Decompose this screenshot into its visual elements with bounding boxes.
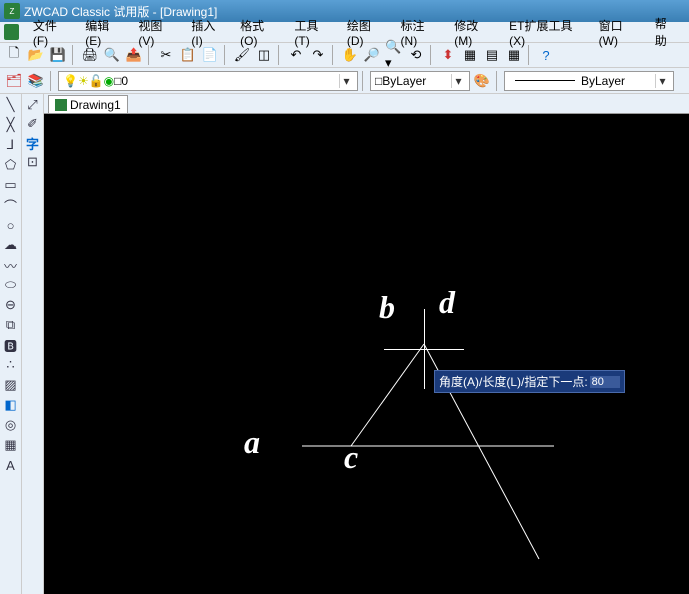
layer-combo[interactable]: 💡 ☀ 🔓 ◉ □ 0 ▾ xyxy=(58,71,358,91)
layer-bulb-icon: 💡 xyxy=(63,74,78,88)
handle-icon[interactable]: ⤢ xyxy=(24,96,42,114)
drawing-lines xyxy=(44,114,689,594)
ellipse-icon[interactable]: ⬭ xyxy=(2,276,20,294)
open-icon[interactable]: 📂 xyxy=(26,45,46,65)
tooltip-input[interactable] xyxy=(590,376,620,388)
design-center-icon[interactable]: ▦ xyxy=(460,45,480,65)
color-tool-icon[interactable]: 🎨 xyxy=(472,71,492,91)
ellipse-arc-icon[interactable]: ⊖ xyxy=(2,296,20,314)
main-area: ╲ ╳ ⅃ ⬠ ▭ ⌒ ○ ☁ 〰 ⬭ ⊖ ⧉ 🅱 ∴ ▨ ◧ ◎ ▦ A ⤢ … xyxy=(0,94,689,594)
separator xyxy=(528,45,532,65)
block-icon[interactable]: ◫ xyxy=(254,45,274,65)
point-icon[interactable]: ∴ xyxy=(2,356,20,374)
table-icon[interactable]: ▦ xyxy=(2,436,20,454)
new-icon[interactable]: 🗋 xyxy=(4,45,24,65)
copy-icon[interactable]: 📋 xyxy=(178,45,198,65)
annotation-d: d xyxy=(439,284,455,321)
print-icon[interactable]: 🖨 xyxy=(80,45,100,65)
separator xyxy=(430,45,434,65)
publish-icon[interactable]: 📤 xyxy=(124,45,144,65)
modify-tool-icon[interactable]: ✐ xyxy=(24,115,42,133)
dropdown-arrow-icon: ▾ xyxy=(339,74,353,88)
separator xyxy=(362,71,366,91)
layer-plot-icon: ◉ xyxy=(104,74,114,88)
rectangle-icon[interactable]: ▭ xyxy=(2,176,20,194)
paste-icon[interactable]: 📄 xyxy=(200,45,220,65)
separator xyxy=(496,71,500,91)
menu-logo-icon xyxy=(4,24,19,40)
annotation-b: b xyxy=(379,289,395,326)
save-icon[interactable]: 💾 xyxy=(48,45,68,65)
canvas-container: Drawing1 a b c d 角度(A)/长度(L)/指定下一点: xyxy=(44,94,689,594)
layer-swatch: □ xyxy=(114,74,121,88)
line-icon[interactable]: ╲ xyxy=(2,96,20,114)
annotation-c: c xyxy=(344,439,358,476)
preview-icon[interactable]: 🔍 xyxy=(102,45,122,65)
layer-sun-icon: ☀ xyxy=(78,74,89,88)
tab-label: Drawing1 xyxy=(70,98,121,112)
separator xyxy=(148,45,152,65)
color-swatch-icon: □ xyxy=(375,74,382,88)
zoom-rt-icon[interactable]: 🔎 xyxy=(362,45,382,65)
draw-toolbar: ╲ ╳ ⅃ ⬠ ▭ ⌒ ○ ☁ 〰 ⬭ ⊖ ⧉ 🅱 ∴ ▨ ◧ ◎ ▦ A xyxy=(0,94,22,594)
cut-icon[interactable]: ✂ xyxy=(156,45,176,65)
color-label: ByLayer xyxy=(382,74,426,88)
tool-palette-icon[interactable]: ▤ xyxy=(482,45,502,65)
dropdown-arrow-icon: ▾ xyxy=(451,74,465,88)
region-icon[interactable]: ◎ xyxy=(2,416,20,434)
annotation-a: a xyxy=(244,424,260,461)
layer-mgr-icon[interactable]: 🗂 xyxy=(4,71,24,91)
mtext-icon[interactable]: A xyxy=(2,456,20,474)
file-tabbar: Drawing1 xyxy=(44,94,689,114)
separator xyxy=(332,45,336,65)
command-tooltip: 角度(A)/长度(L)/指定下一点: xyxy=(434,370,625,393)
help-icon[interactable]: ? xyxy=(536,45,556,65)
text-tool-icon[interactable]: 字 xyxy=(24,134,42,152)
dim-tool-icon[interactable]: ⊡ xyxy=(24,153,42,171)
polygon-icon[interactable]: ⬠ xyxy=(2,156,20,174)
undo-icon[interactable]: ↶ xyxy=(286,45,306,65)
drawing-canvas[interactable]: a b c d 角度(A)/长度(L)/指定下一点: xyxy=(44,114,689,594)
tooltip-label: 角度(A)/长度(L)/指定下一点: xyxy=(439,373,588,390)
pan-icon[interactable]: ✋ xyxy=(340,45,360,65)
layer-lock-icon: 🔓 xyxy=(89,74,104,88)
circle-icon[interactable]: ○ xyxy=(2,216,20,234)
make-block-icon[interactable]: 🅱 xyxy=(2,336,20,354)
separator xyxy=(278,45,282,65)
polyline-icon[interactable]: ⅃ xyxy=(2,136,20,154)
dropdown-arrow-icon: ▾ xyxy=(655,74,669,88)
separator xyxy=(72,45,76,65)
spline-icon[interactable]: 〰 xyxy=(2,256,20,274)
zoom-dropdown-icon[interactable]: 🔍▾ xyxy=(384,45,404,65)
hatch-icon[interactable]: ▨ xyxy=(2,376,20,394)
zoom-prev-icon[interactable]: ⟲ xyxy=(406,45,426,65)
separator xyxy=(50,71,54,91)
linetype-preview-icon xyxy=(515,80,575,81)
layer-mgr2-icon[interactable]: 📚 xyxy=(26,71,46,91)
calc-icon[interactable]: ▦ xyxy=(504,45,524,65)
menubar: 文件(F) 编辑(E) 视图(V) 插入(I) 格式(O) 工具(T) 绘图(D… xyxy=(0,22,689,42)
menu-window[interactable]: 窗口(W) xyxy=(591,15,647,50)
layer-name: 0 xyxy=(121,74,128,88)
linetype-combo[interactable]: ByLayer ▾ xyxy=(504,71,674,91)
revision-cloud-icon[interactable]: ☁ xyxy=(2,236,20,254)
color-combo[interactable]: □ ByLayer ▾ xyxy=(370,71,470,91)
linetype-label: ByLayer xyxy=(581,74,625,88)
separator xyxy=(224,45,228,65)
menu-help[interactable]: 帮助 xyxy=(647,13,685,51)
arc-icon[interactable]: ⌒ xyxy=(2,196,20,214)
properties-icon[interactable]: ⬍ xyxy=(438,45,458,65)
app-logo-icon: Z xyxy=(4,3,20,19)
modify-toolbar: ⤢ ✐ 字 ⊡ xyxy=(22,94,44,594)
match-icon[interactable]: 🖌 xyxy=(232,45,252,65)
file-tab[interactable]: Drawing1 xyxy=(48,95,128,113)
insert-block-icon[interactable]: ⧉ xyxy=(2,316,20,334)
gradient-icon[interactable]: ◧ xyxy=(2,396,20,414)
file-icon xyxy=(55,99,67,111)
layer-toolbar: 🗂 📚 💡 ☀ 🔓 ◉ □ 0 ▾ □ ByLayer ▾ 🎨 ByLayer … xyxy=(0,68,689,94)
xline-icon[interactable]: ╳ xyxy=(2,116,20,134)
redo-icon[interactable]: ↷ xyxy=(308,45,328,65)
